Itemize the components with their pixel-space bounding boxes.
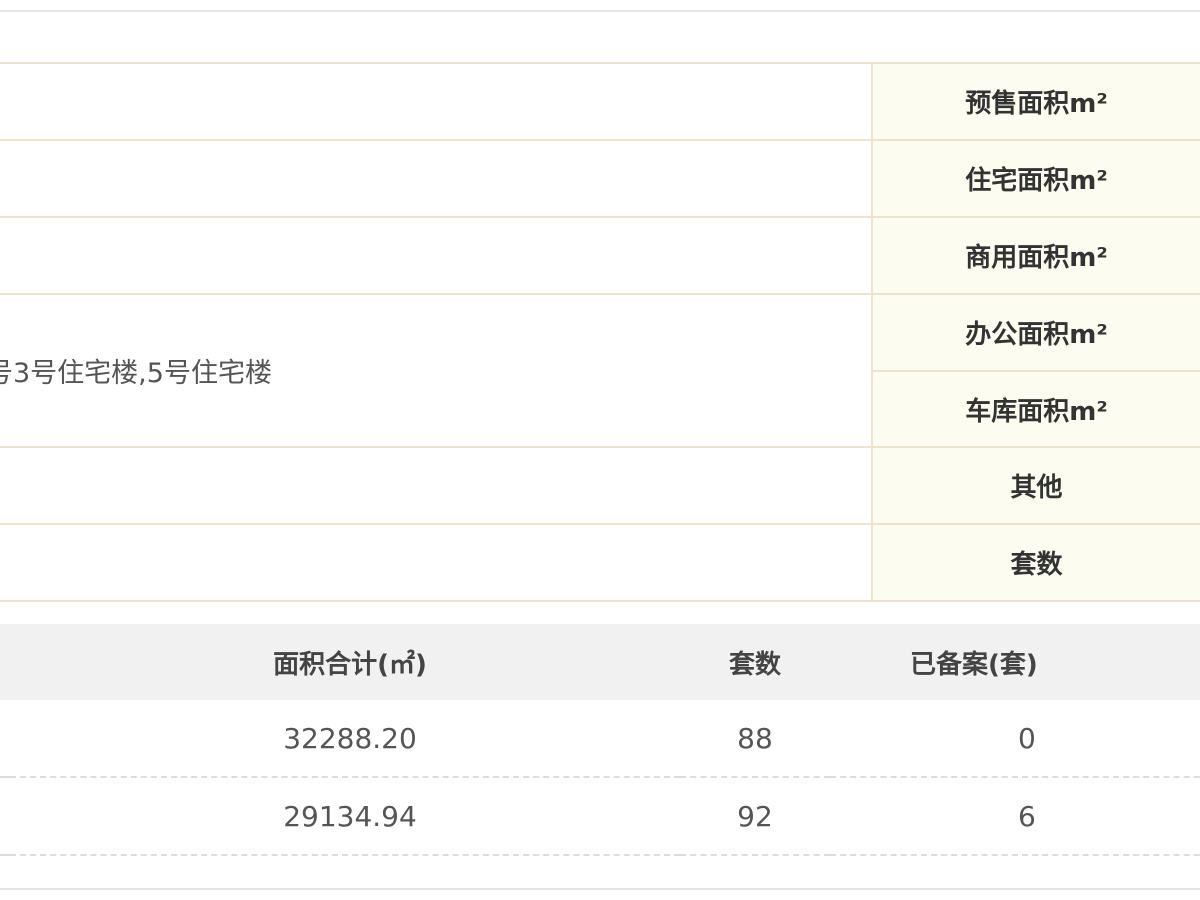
header-total-area: 面积合计(㎡) — [10, 624, 680, 700]
row-spacer — [0, 700, 10, 778]
info-row: 住宅面积m² — [0, 139, 1200, 218]
cell-filed-units: 0 — [830, 700, 1200, 778]
info-label-presale-area: 预售面积m² — [872, 62, 1200, 141]
info-label-residential-area: 住宅面积m² — [872, 139, 1200, 218]
info-row: 号3号住宅楼,5号住宅楼 办公面积m² — [0, 293, 1200, 448]
header-spacer — [0, 624, 10, 700]
info-label-unit-count: 套数 — [872, 523, 1200, 602]
top-divider — [0, 10, 1200, 12]
info-row: 商用面积m² — [0, 216, 1200, 295]
row-spacer — [0, 777, 10, 856]
bottom-divider — [0, 888, 1200, 890]
info-value — [0, 446, 873, 525]
cell-filed-units: 6 — [830, 777, 1200, 856]
info-label-other: 其他 — [872, 446, 1200, 525]
header-filed-units: 已备案(套) — [830, 624, 1200, 700]
page-frame: 预售面积m² 住宅面积m² 商用面积m² 号3号住宅楼,5号住宅楼 办公面积m²… — [0, 0, 1200, 900]
info-value — [0, 523, 873, 602]
project-info-table: 预售面积m² 住宅面积m² 商用面积m² 号3号住宅楼,5号住宅楼 办公面积m²… — [0, 62, 1200, 602]
info-value — [0, 216, 873, 295]
cell-unit-count: 92 — [680, 777, 830, 856]
info-label-office-area: 办公面积m² — [872, 293, 1200, 372]
info-label-commercial-area: 商用面积m² — [872, 216, 1200, 295]
table-row: 29134.94 92 6 — [0, 777, 1200, 856]
cell-unit-count: 88 — [680, 700, 830, 778]
cell-total-area: 32288.20 — [10, 700, 680, 778]
info-value — [0, 139, 873, 218]
buildings-text: 号3号住宅楼,5号住宅楼 — [0, 358, 272, 389]
info-row: 其他 — [0, 446, 1200, 525]
cell-total-area: 29134.94 — [10, 777, 680, 856]
info-label-garage-area: 车库面积m² — [872, 370, 1200, 448]
info-value — [0, 62, 873, 141]
header-unit-count: 套数 — [680, 624, 830, 700]
table-row: 32288.20 88 0 — [0, 700, 1200, 778]
info-value-buildings: 号3号住宅楼,5号住宅楼 — [0, 293, 873, 448]
info-row: 预售面积m² — [0, 62, 1200, 141]
records-table: 面积合计(㎡) 套数 已备案(套) 32288.20 88 0 29134.94… — [0, 624, 1200, 856]
records-header-row: 面积合计(㎡) 套数 已备案(套) — [0, 624, 1200, 700]
info-row: 套数 — [0, 523, 1200, 602]
